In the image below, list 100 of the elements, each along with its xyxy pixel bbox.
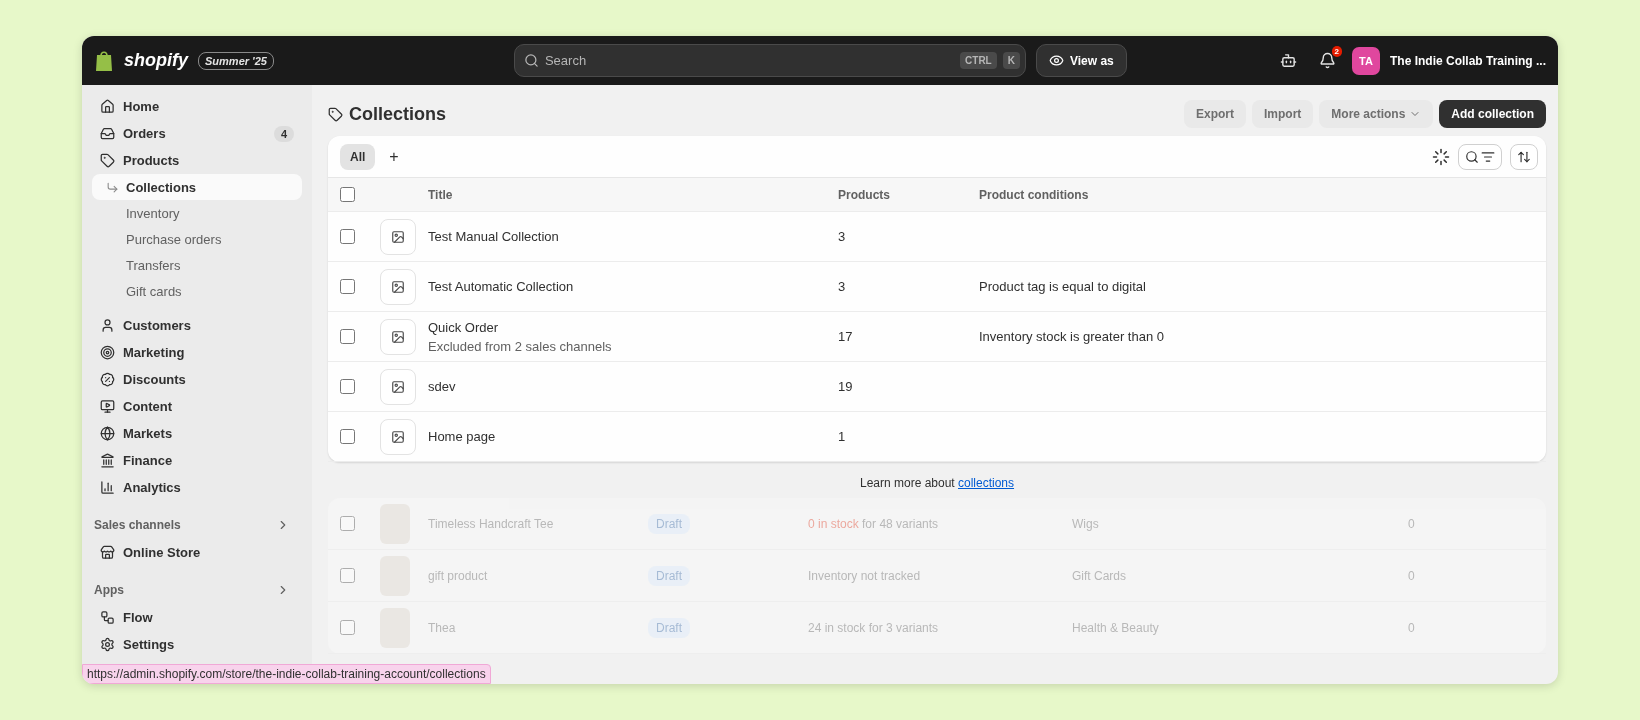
status-url: https://admin.shopify.com/store/the-indie-collab-training-account/collections <box>82 664 491 684</box>
tag-icon <box>100 153 115 168</box>
sidebar-item[interactable]: Home <box>92 93 302 120</box>
row-checkbox[interactable] <box>340 620 355 635</box>
sidebar-item[interactable]: Customers <box>92 312 302 339</box>
product-count: 17 <box>838 329 854 344</box>
sort-button[interactable] <box>1510 143 1538 170</box>
row-checkbox[interactable] <box>340 229 355 244</box>
collection-title[interactable]: Home page <box>428 429 838 444</box>
store-name[interactable]: The Indie Collab Training ... <box>1390 53 1546 68</box>
channels-cell-text: 0 <box>1408 568 1416 583</box>
status-badge: Draft <box>648 513 690 534</box>
sort-icon <box>1517 149 1531 164</box>
search-icon <box>523 53 539 68</box>
count-badge: 4 <box>273 125 294 142</box>
column-header: Product conditions <box>979 187 1090 202</box>
collection-note: Excluded from 2 sales channels <box>428 338 613 354</box>
sidebar-item[interactable]: Flow <box>92 604 302 631</box>
settings-icon <box>100 637 115 652</box>
inventory-cell-text: Inventory not tracked <box>808 568 922 583</box>
product-conditions: Product tag is equal to digital <box>979 279 1147 294</box>
category-cell-text: Wigs <box>1072 516 1100 531</box>
bar-chart-icon <box>100 480 115 495</box>
sidebar-subitem[interactable]: Collections <box>92 174 302 200</box>
collection-title[interactable]: Test Automatic Collection <box>428 279 838 294</box>
channels-cell-text: 0 <box>1408 516 1416 531</box>
sidebar-item[interactable]: Finance <box>92 447 302 474</box>
target-icon <box>100 345 115 360</box>
store-icon <box>100 545 115 560</box>
robot-icon <box>1280 52 1297 69</box>
image-icon <box>391 379 405 394</box>
loading-spinner-icon <box>1432 147 1450 166</box>
product-name: gift product <box>428 568 489 583</box>
home-icon <box>100 99 115 114</box>
sidebar-item[interactable]: Content <box>92 393 302 420</box>
column-header: Title <box>428 187 454 202</box>
shopping-bag-logo-icon <box>94 49 114 72</box>
notification-count: 2 <box>1331 46 1342 57</box>
category-cell-text: Gift Cards <box>1072 568 1127 583</box>
sidebar-subitem[interactable]: Gift cards <box>92 278 302 304</box>
search-icon <box>1465 149 1479 164</box>
person-icon <box>100 318 115 333</box>
shortcut-key: CTRL <box>960 52 997 69</box>
section-heading: Sales channels <box>94 518 181 532</box>
eye-icon <box>1048 53 1064 68</box>
column-header: Products <box>838 187 891 202</box>
sidebar-subitem[interactable]: Purchase orders <box>92 226 302 252</box>
channels-cell-text: 0 <box>1408 620 1416 635</box>
row-checkbox[interactable] <box>340 329 355 344</box>
tag-icon <box>328 106 343 122</box>
status-badge: Draft <box>648 565 690 586</box>
product-conditions: Inventory stock is greater than 0 <box>979 329 1165 344</box>
filter-tab[interactable]: All <box>340 143 376 170</box>
monitor-icon <box>100 399 115 414</box>
collection-title[interactable]: sdev <box>428 379 838 394</box>
add-view-button[interactable]: + <box>383 147 405 166</box>
sidebar-subitem[interactable]: Transfers <box>92 252 302 278</box>
view-as-button[interactable]: View as <box>1035 44 1127 77</box>
inventory-cell-text: 0 in stock for 48 variants <box>808 516 940 531</box>
workflow-icon <box>100 610 115 625</box>
row-checkbox[interactable] <box>340 516 355 531</box>
product-count: 3 <box>838 229 847 244</box>
product-count: 19 <box>838 379 854 394</box>
row-checkbox[interactable] <box>340 279 355 294</box>
sidebar-subitem[interactable]: Inventory <box>92 200 302 226</box>
image-icon <box>391 329 405 344</box>
inventory-cell-text: 24 in stock for 3 variants <box>808 620 940 635</box>
select-all-checkbox[interactable] <box>340 187 355 202</box>
filter-icon <box>1481 149 1495 164</box>
inbox-icon <box>100 126 115 141</box>
notifications-button[interactable]: 2 <box>1313 46 1342 75</box>
image-icon <box>391 229 405 244</box>
sidebar-item[interactable]: Orders 4 <box>92 120 302 147</box>
collection-title[interactable]: Quick Order <box>428 319 838 335</box>
section-heading: Apps <box>94 583 124 597</box>
product-count: 3 <box>838 279 847 294</box>
sidebar-item[interactable]: Marketing <box>92 339 302 366</box>
row-checkbox[interactable] <box>340 429 355 444</box>
primary-button[interactable]: Add collection <box>1439 100 1546 128</box>
sidebar-item[interactable]: Online Store <box>92 539 302 566</box>
branch-arrow-icon <box>106 180 119 194</box>
row-checkbox[interactable] <box>340 568 355 583</box>
category-cell-text: Health & Beauty <box>1072 620 1160 635</box>
globe-icon <box>100 426 115 441</box>
sidebar-item[interactable]: Settings <box>92 631 302 658</box>
store-avatar[interactable]: TA <box>1352 46 1380 75</box>
sidebar-item[interactable]: Analytics <box>92 474 302 501</box>
help-text: Learn more about collections <box>858 476 1016 490</box>
collections-link[interactable]: collections <box>958 476 1015 490</box>
collection-title[interactable]: Test Manual Collection <box>428 229 838 244</box>
row-checkbox[interactable] <box>340 379 355 394</box>
page-title: Collections <box>349 103 447 125</box>
bell-icon <box>1319 52 1336 69</box>
sidebar-item[interactable]: Discounts <box>92 366 302 393</box>
search-filter-button[interactable] <box>1458 143 1502 170</box>
sidebar-item[interactable]: Products <box>92 147 302 174</box>
product-name: Timeless Handcraft Tee <box>428 516 555 531</box>
image-icon <box>391 429 405 444</box>
product-count: 1 <box>838 429 847 444</box>
sidebar-item[interactable]: Markets <box>92 420 302 447</box>
